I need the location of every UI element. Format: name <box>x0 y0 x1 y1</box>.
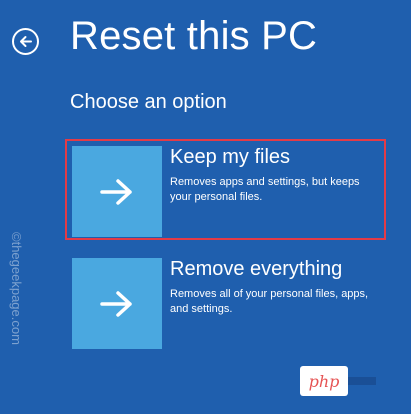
badge-bar <box>348 377 376 385</box>
back-button[interactable] <box>12 28 39 55</box>
back-arrow-icon <box>20 36 32 47</box>
choose-option-heading: Choose an option <box>70 91 227 113</box>
keep-my-files-description: Removes apps and settings, but keeps you… <box>170 176 360 203</box>
keep-files-tile <box>72 146 162 237</box>
php-logo-badge: php <box>300 366 348 396</box>
page-title: Reset this PC <box>70 14 318 58</box>
remove-everything-description: Removes all of your personal files, apps… <box>170 288 369 315</box>
php-logo-text: php <box>308 371 340 391</box>
remove-everything-option[interactable]: Remove everything Removes all of your pe… <box>72 258 390 350</box>
right-arrow-icon <box>100 290 132 317</box>
keep-my-files-title: Keep my files <box>170 146 291 168</box>
watermark: ©thegeekpage.com <box>9 232 24 345</box>
right-arrow-icon <box>100 178 132 205</box>
remove-everything-title: Remove everything <box>170 258 343 280</box>
remove-everything-tile <box>72 258 162 349</box>
keep-my-files-option[interactable]: Keep my files Removes apps and settings,… <box>72 146 390 238</box>
